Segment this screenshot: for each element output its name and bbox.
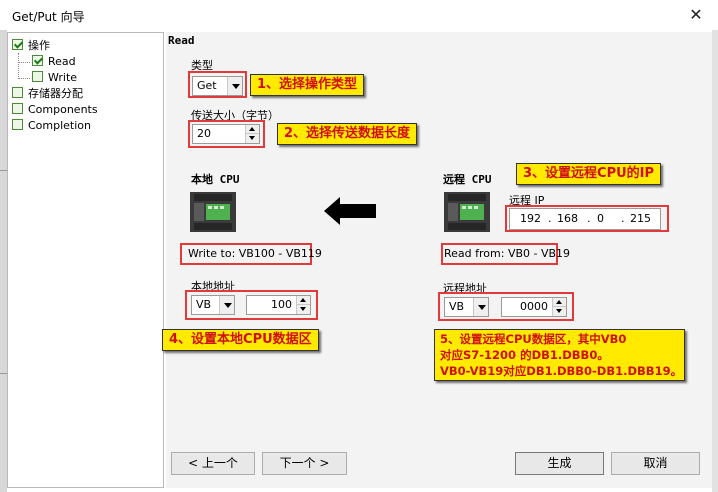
title-bar: Get/Put 向导 ✕	[0, 0, 718, 30]
remote-ip-input[interactable]: 192 . 168 . 0 . 215	[509, 208, 661, 230]
close-icon[interactable]: ✕	[684, 4, 708, 26]
spinner-buttons[interactable]	[552, 298, 566, 316]
local-area-select[interactable]: VB	[191, 295, 235, 315]
tree-connector	[18, 53, 19, 79]
chevron-down-icon	[473, 298, 488, 316]
spinner-buttons[interactable]	[245, 125, 259, 143]
ip-octet-1: 192	[520, 212, 541, 225]
spin-down-icon[interactable]	[246, 134, 259, 143]
annotation-5-line-1: 5、设置远程CPU数据区，其中VB0	[440, 332, 627, 346]
spin-down-icon[interactable]	[553, 307, 566, 316]
annotation-4: 4、设置本地CPU数据区	[162, 329, 319, 351]
ip-dot: .	[621, 212, 625, 225]
spin-up-icon[interactable]	[297, 296, 310, 305]
ip-octet-4: 215	[630, 212, 651, 225]
spinner-buttons[interactable]	[296, 296, 310, 314]
window-title: Get/Put 向导	[12, 10, 85, 24]
left-edge-line	[0, 170, 7, 171]
tree-item-components[interactable]: Components	[12, 102, 98, 117]
spin-up-icon[interactable]	[553, 298, 566, 307]
tree-item-completion[interactable]: Completion	[12, 118, 91, 133]
spin-up-icon[interactable]	[246, 125, 259, 134]
page-heading: Read	[168, 34, 195, 47]
chevron-down-icon	[227, 77, 242, 95]
checkbox-icon	[12, 119, 23, 130]
checkbox-icon	[32, 71, 43, 82]
local-area-value: VB	[196, 298, 212, 311]
annotation-5-line-3: VB0-VB19对应DB1.DBB0-DB1.DBB19。	[440, 364, 683, 378]
annotation-2: 2、选择传送数据长度	[277, 123, 418, 145]
remote-offset-value: 0000	[520, 300, 548, 313]
checkbox-icon	[12, 87, 23, 98]
ip-octet-2: 168	[557, 212, 578, 225]
checkbox-icon	[12, 39, 23, 50]
remote-area-value: VB	[449, 300, 465, 313]
tree-connector	[18, 78, 30, 79]
remote-offset-spinner[interactable]: 0000	[501, 297, 567, 317]
prev-button[interactable]: < 上一个	[171, 452, 255, 475]
left-edge-line	[0, 373, 7, 374]
local-offset-spinner[interactable]: 100	[246, 295, 311, 315]
checkbox-icon	[32, 55, 43, 66]
size-value: 20	[197, 127, 211, 140]
local-offset-value: 100	[271, 298, 292, 311]
remote-cpu-icon	[444, 192, 490, 232]
tree-item-label: Completion	[28, 119, 92, 132]
type-select[interactable]: Get	[192, 76, 243, 96]
local-cpu-icon	[190, 192, 236, 232]
tree-item-label: Read	[48, 55, 76, 68]
right-edge	[712, 30, 718, 492]
left-arrow-icon	[324, 197, 376, 225]
ip-octet-3: 0	[597, 212, 604, 225]
chevron-down-icon	[219, 296, 234, 314]
local-cpu-header: 本地 CPU	[191, 173, 240, 186]
tree-item-label: Components	[28, 103, 98, 116]
next-button[interactable]: 下一个 >	[262, 452, 347, 475]
ip-dot: .	[548, 212, 552, 225]
tree-item-label: 存储器分配	[28, 87, 83, 100]
read-from-range: Read from: VB0 - VB19	[444, 247, 571, 260]
cancel-button[interactable]: 取消	[611, 452, 700, 475]
annotation-5: 5、设置远程CPU数据区，其中VB0 对应S7-1200 的DB1.DBB0。 …	[434, 329, 685, 381]
tree-item-write[interactable]: Write	[32, 70, 77, 85]
finish-button[interactable]: 生成	[515, 452, 604, 475]
tree-connector	[18, 62, 30, 63]
left-edge	[0, 30, 7, 492]
tree-item-memory[interactable]: 存储器分配	[12, 86, 83, 101]
tree-item-label: 操作	[28, 39, 50, 52]
remote-area-select[interactable]: VB	[444, 297, 489, 317]
tree-item-label: Write	[48, 71, 78, 84]
tree-item-read[interactable]: Read	[32, 54, 76, 69]
size-spinner[interactable]: 20	[192, 124, 260, 144]
tree-item-operation[interactable]: 操作	[12, 38, 50, 53]
type-select-value: Get	[197, 79, 217, 92]
write-to-range: Write to: VB100 - VB119	[188, 247, 322, 260]
annotation-1: 1、选择操作类型	[250, 74, 365, 96]
annotation-3: 3、设置远程CPU的IP	[516, 163, 662, 185]
annotation-5-line-2: 对应S7-1200 的DB1.DBB0。	[440, 348, 609, 362]
spin-down-icon[interactable]	[297, 305, 310, 314]
ip-dot: .	[587, 212, 591, 225]
wizard-step-tree: 操作 Read Write 存储器分配 Components Completio…	[7, 32, 164, 488]
checkbox-icon	[12, 103, 23, 114]
remote-cpu-header: 远程 CPU	[443, 173, 492, 186]
